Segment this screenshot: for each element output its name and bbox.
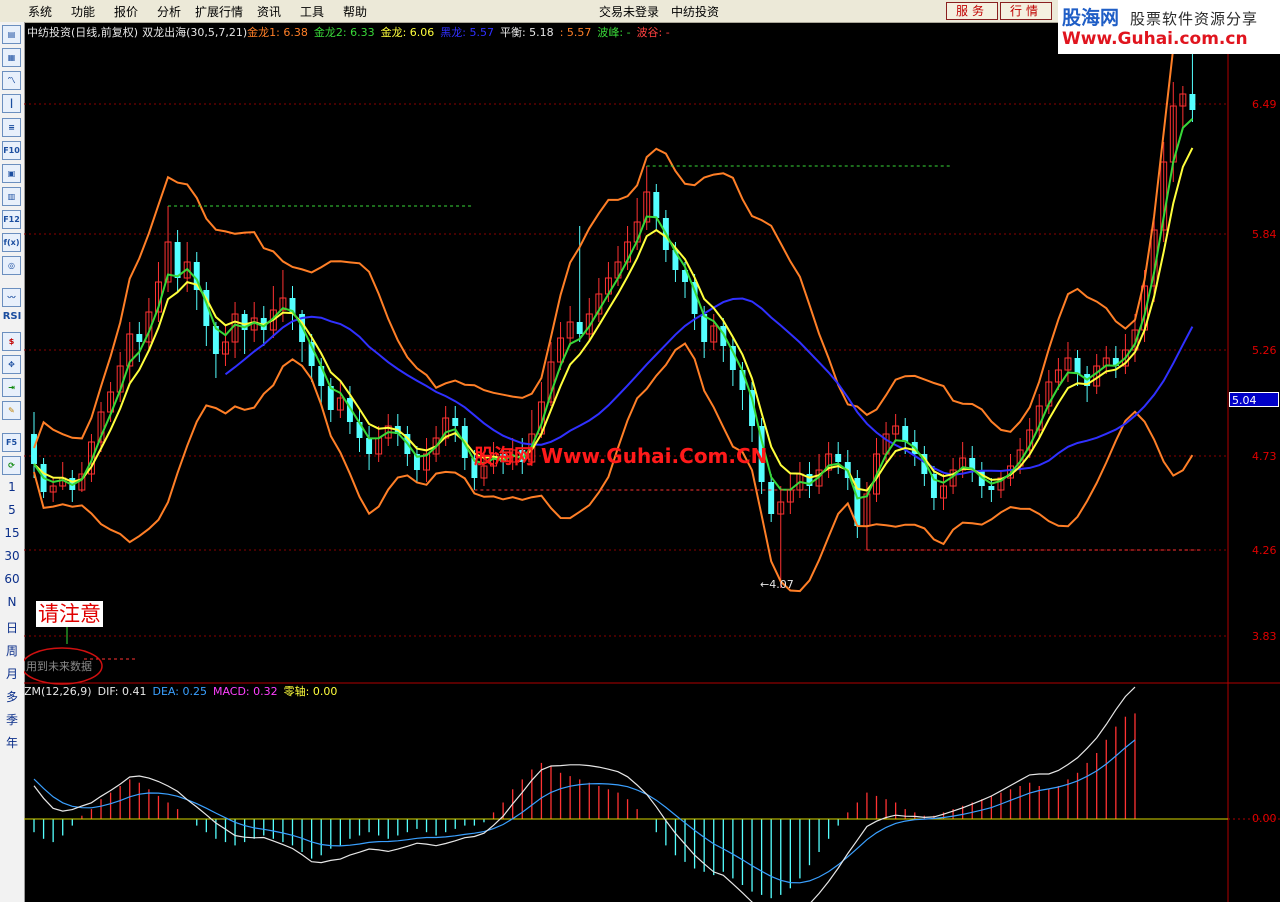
quote-button[interactable]: 行情: [1000, 2, 1052, 20]
period-15min[interactable]: 15: [0, 526, 24, 540]
candle-icon[interactable]: ┃: [2, 94, 21, 113]
price-tick-label: 3.83: [1252, 630, 1277, 643]
candle-body-down: [576, 322, 583, 334]
stock-title: 中纺投资: [671, 5, 720, 19]
menu-system[interactable]: 系统: [28, 3, 52, 20]
candle-body-down: [366, 438, 373, 454]
candle-body-down: [1189, 94, 1196, 110]
search-icon[interactable]: ◎: [2, 256, 21, 275]
period-month[interactable]: 月: [0, 665, 24, 682]
rsi-icon[interactable]: RSI: [0, 311, 24, 322]
macd-layer: [24, 686, 1280, 902]
move-icon[interactable]: ✥: [2, 355, 21, 374]
service-button[interactable]: 服务: [946, 2, 998, 20]
formula-icon[interactable]: f(x): [2, 233, 21, 252]
stock-name-label: 中纺投资(日线,前复权): [27, 25, 138, 39]
candle-body-down: [1074, 358, 1081, 374]
left-toolbar: ▤ ▦ 〽 ┃ ≡ F10 ▣ ▥ F12 f(x) ◎ 〰 RSI $ ✥ ⇥…: [0, 22, 25, 902]
info-item: 金龙2: 6.33: [314, 25, 375, 39]
period-n[interactable]: N: [0, 595, 24, 609]
info-item: DIF: 0.41: [98, 685, 147, 698]
info-item: 黑龙: 5.57: [440, 26, 494, 39]
indicator-lines-layer: [24, 22, 1202, 685]
menu-news[interactable]: 资讯: [257, 3, 281, 20]
login-status[interactable]: 交易未登录: [599, 3, 659, 20]
macd-zero-tick: 0.00: [1252, 812, 1277, 825]
candle-body-down: [835, 454, 842, 462]
candles-layer: [31, 22, 1196, 588]
dea-line: [33, 739, 1136, 884]
future-data-label: 用到未来数据: [26, 660, 92, 673]
dif-line: [33, 686, 1136, 902]
period-year[interactable]: 年: [0, 734, 24, 751]
info-item: ZM(12,26,9): [24, 685, 92, 698]
low-price-marker: ←4.07: [760, 578, 794, 591]
period-week[interactable]: 周: [0, 642, 24, 659]
info-item: : 5.57: [560, 26, 592, 39]
watermark-text: 股海网 Www.Guhai.Com.CN: [474, 444, 768, 468]
notes-icon[interactable]: ▥: [2, 187, 21, 206]
candle-body-down: [768, 482, 775, 514]
candle-body-down: [136, 334, 143, 342]
price-tick-label: 5.84: [1252, 228, 1277, 241]
menu-function[interactable]: 功能: [71, 3, 95, 20]
notice-label: 请注意: [36, 601, 103, 627]
indicator-name-label: 双龙出海(30,5,7,21): [142, 25, 247, 39]
info-item: 波谷: -: [637, 26, 670, 39]
logo-brand: 股海网: [1062, 7, 1120, 29]
price-axis-layer: 6.49 5.84 5.26 4.73 4.26 3.83: [1252, 98, 1277, 643]
info-item: DEA: 0.25: [153, 685, 207, 698]
menu-quote[interactable]: 报价: [114, 3, 138, 20]
candle-body-down: [988, 486, 995, 490]
menu-help[interactable]: 帮助: [343, 3, 367, 20]
info-item: 金龙1: 6.38: [247, 25, 308, 39]
f5-icon[interactable]: F5: [2, 433, 21, 452]
period-60min[interactable]: 60: [0, 572, 24, 586]
period-quarter[interactable]: 季: [0, 711, 24, 728]
logo-tagline: 股票软件资源分享: [1130, 10, 1259, 28]
candle-body-down: [902, 426, 909, 442]
period-5min[interactable]: 5: [0, 503, 24, 517]
info-item: 零轴: 0.00: [284, 684, 338, 698]
period-day[interactable]: 日: [0, 619, 24, 636]
menu-analysis[interactable]: 分析: [157, 3, 181, 20]
candle-body-down: [653, 192, 660, 218]
f10-icon[interactable]: F10: [2, 141, 21, 160]
money-icon[interactable]: $: [2, 332, 21, 351]
candle-body-down: [174, 242, 181, 278]
info-item: MACD: 0.32: [213, 685, 278, 698]
band-upper-line: [33, 22, 1179, 449]
grid-icon[interactable]: ▦: [2, 48, 21, 67]
period-30min[interactable]: 30: [0, 549, 24, 563]
price-tick-label: 6.49: [1252, 98, 1277, 111]
list-icon[interactable]: ≡: [2, 118, 21, 137]
price-tick-label: 5.26: [1252, 344, 1277, 357]
candle-body-down: [31, 434, 37, 464]
line-chart-icon[interactable]: 〽: [2, 71, 21, 90]
price-tick-label: 4.73: [1252, 450, 1277, 463]
period-multi[interactable]: 多: [0, 688, 24, 705]
info-item: 平衡: 5.18: [500, 26, 554, 39]
main-indicator-info: 中纺投资(日线,前复权) 双龙出海(30,5,7,21)金龙1: 6.38 金龙2:…: [27, 25, 670, 39]
chart-icon[interactable]: ▤: [2, 25, 21, 44]
period-1min[interactable]: 1: [0, 480, 24, 494]
menu-tools[interactable]: 工具: [300, 3, 324, 20]
indicator-icon[interactable]: 〰: [2, 288, 21, 307]
guhai-logo: 股海网 股票软件资源分享 Www.Guhai.com.cn: [1058, 0, 1280, 54]
pencil-icon[interactable]: ✎: [2, 401, 21, 420]
refresh-icon[interactable]: ⟳: [2, 456, 21, 475]
menu-extended-market[interactable]: 扩展行情: [195, 3, 243, 20]
f12-icon[interactable]: F12: [2, 210, 21, 229]
macd-indicator-info: ZM(12,26,9) DIF: 0.41 DEA: 0.25 MACD: 0.32 零…: [24, 684, 337, 698]
export-icon[interactable]: ⇥: [2, 378, 21, 397]
info-item: 金龙: 6.06: [381, 25, 435, 39]
report-icon[interactable]: ▣: [2, 164, 21, 183]
current-price-box: 5.04: [1229, 392, 1279, 407]
candle-body-down: [452, 418, 459, 426]
logo-url: Www.Guhai.com.cn: [1062, 29, 1248, 49]
price-tick-label: 4.26: [1252, 544, 1277, 557]
info-item: 波峰: -: [597, 26, 630, 39]
